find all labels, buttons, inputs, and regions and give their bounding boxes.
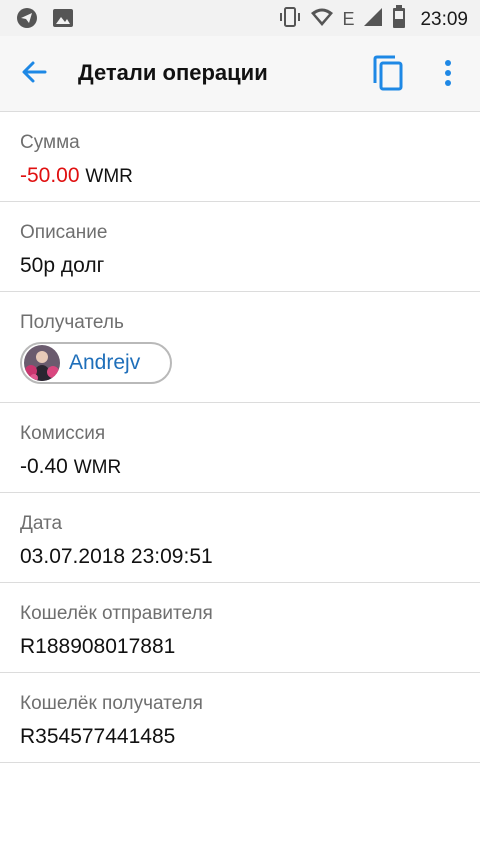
recipient-wallet-label: Кошелёк получателя: [20, 693, 203, 714]
signal-icon: [362, 6, 384, 33]
vibrate-icon: [278, 5, 302, 34]
copy-button[interactable]: [368, 55, 408, 95]
wifi-icon: [310, 5, 334, 34]
detail-row-fee: Комиссия -0.40 WMR: [0, 403, 480, 493]
sender-wallet-value: R188908017881: [20, 635, 176, 658]
battery-icon: [392, 5, 406, 34]
operation-details: Сумма -50.00 WMR Описание 50р долг Получ…: [0, 112, 480, 763]
detail-row-date: Дата 03.07.2018 23:09:51: [0, 493, 480, 583]
detail-row-recipient: Получатель Andrejv: [0, 292, 480, 403]
back-button[interactable]: [16, 56, 52, 92]
fee-value-line: -0.40 WMR: [20, 455, 121, 479]
more-vert-icon: [444, 59, 452, 92]
amount-label: Сумма: [20, 132, 80, 153]
back-arrow-icon: [20, 58, 48, 91]
recipient-wallet-value: R354577441485: [20, 725, 176, 748]
copy-icon: [371, 55, 405, 96]
fee-currency: WMR: [73, 457, 122, 478]
recipient-label: Получатель: [20, 312, 124, 333]
date-value: 03.07.2018 23:09:51: [20, 545, 213, 568]
image-icon: [52, 7, 74, 34]
more-options-button[interactable]: [434, 58, 462, 92]
status-bar: E 23:09: [0, 0, 480, 36]
description-value: 50р долг: [20, 254, 105, 277]
fee-label: Комиссия: [20, 423, 106, 444]
recipient-chip[interactable]: Andrejv: [20, 342, 172, 384]
fee-value: -0.40: [20, 455, 68, 478]
sender-wallet-label: Кошелёк отправителя: [20, 603, 213, 624]
status-time: 23:09: [420, 8, 468, 30]
avatar: [24, 345, 60, 381]
amount-value-line: -50.00 WMR: [20, 164, 133, 188]
date-label: Дата: [20, 513, 63, 534]
amount-currency: WMR: [85, 166, 133, 187]
network-type-label: E: [342, 9, 355, 29]
description-label: Описание: [20, 222, 108, 243]
amount-value: -50.00: [20, 164, 80, 187]
detail-row-amount: Сумма -50.00 WMR: [0, 112, 480, 202]
telegram-icon: [16, 7, 38, 34]
detail-row-recipient-wallet: Кошелёк получателя R354577441485: [0, 673, 480, 763]
page-title: Детали операции: [78, 60, 268, 85]
app-bar: Детали операции: [0, 36, 480, 112]
detail-row-description: Описание 50р долг: [0, 202, 480, 292]
recipient-name: Andrejv: [69, 351, 141, 374]
detail-row-sender-wallet: Кошелёк отправителя R188908017881: [0, 583, 480, 673]
